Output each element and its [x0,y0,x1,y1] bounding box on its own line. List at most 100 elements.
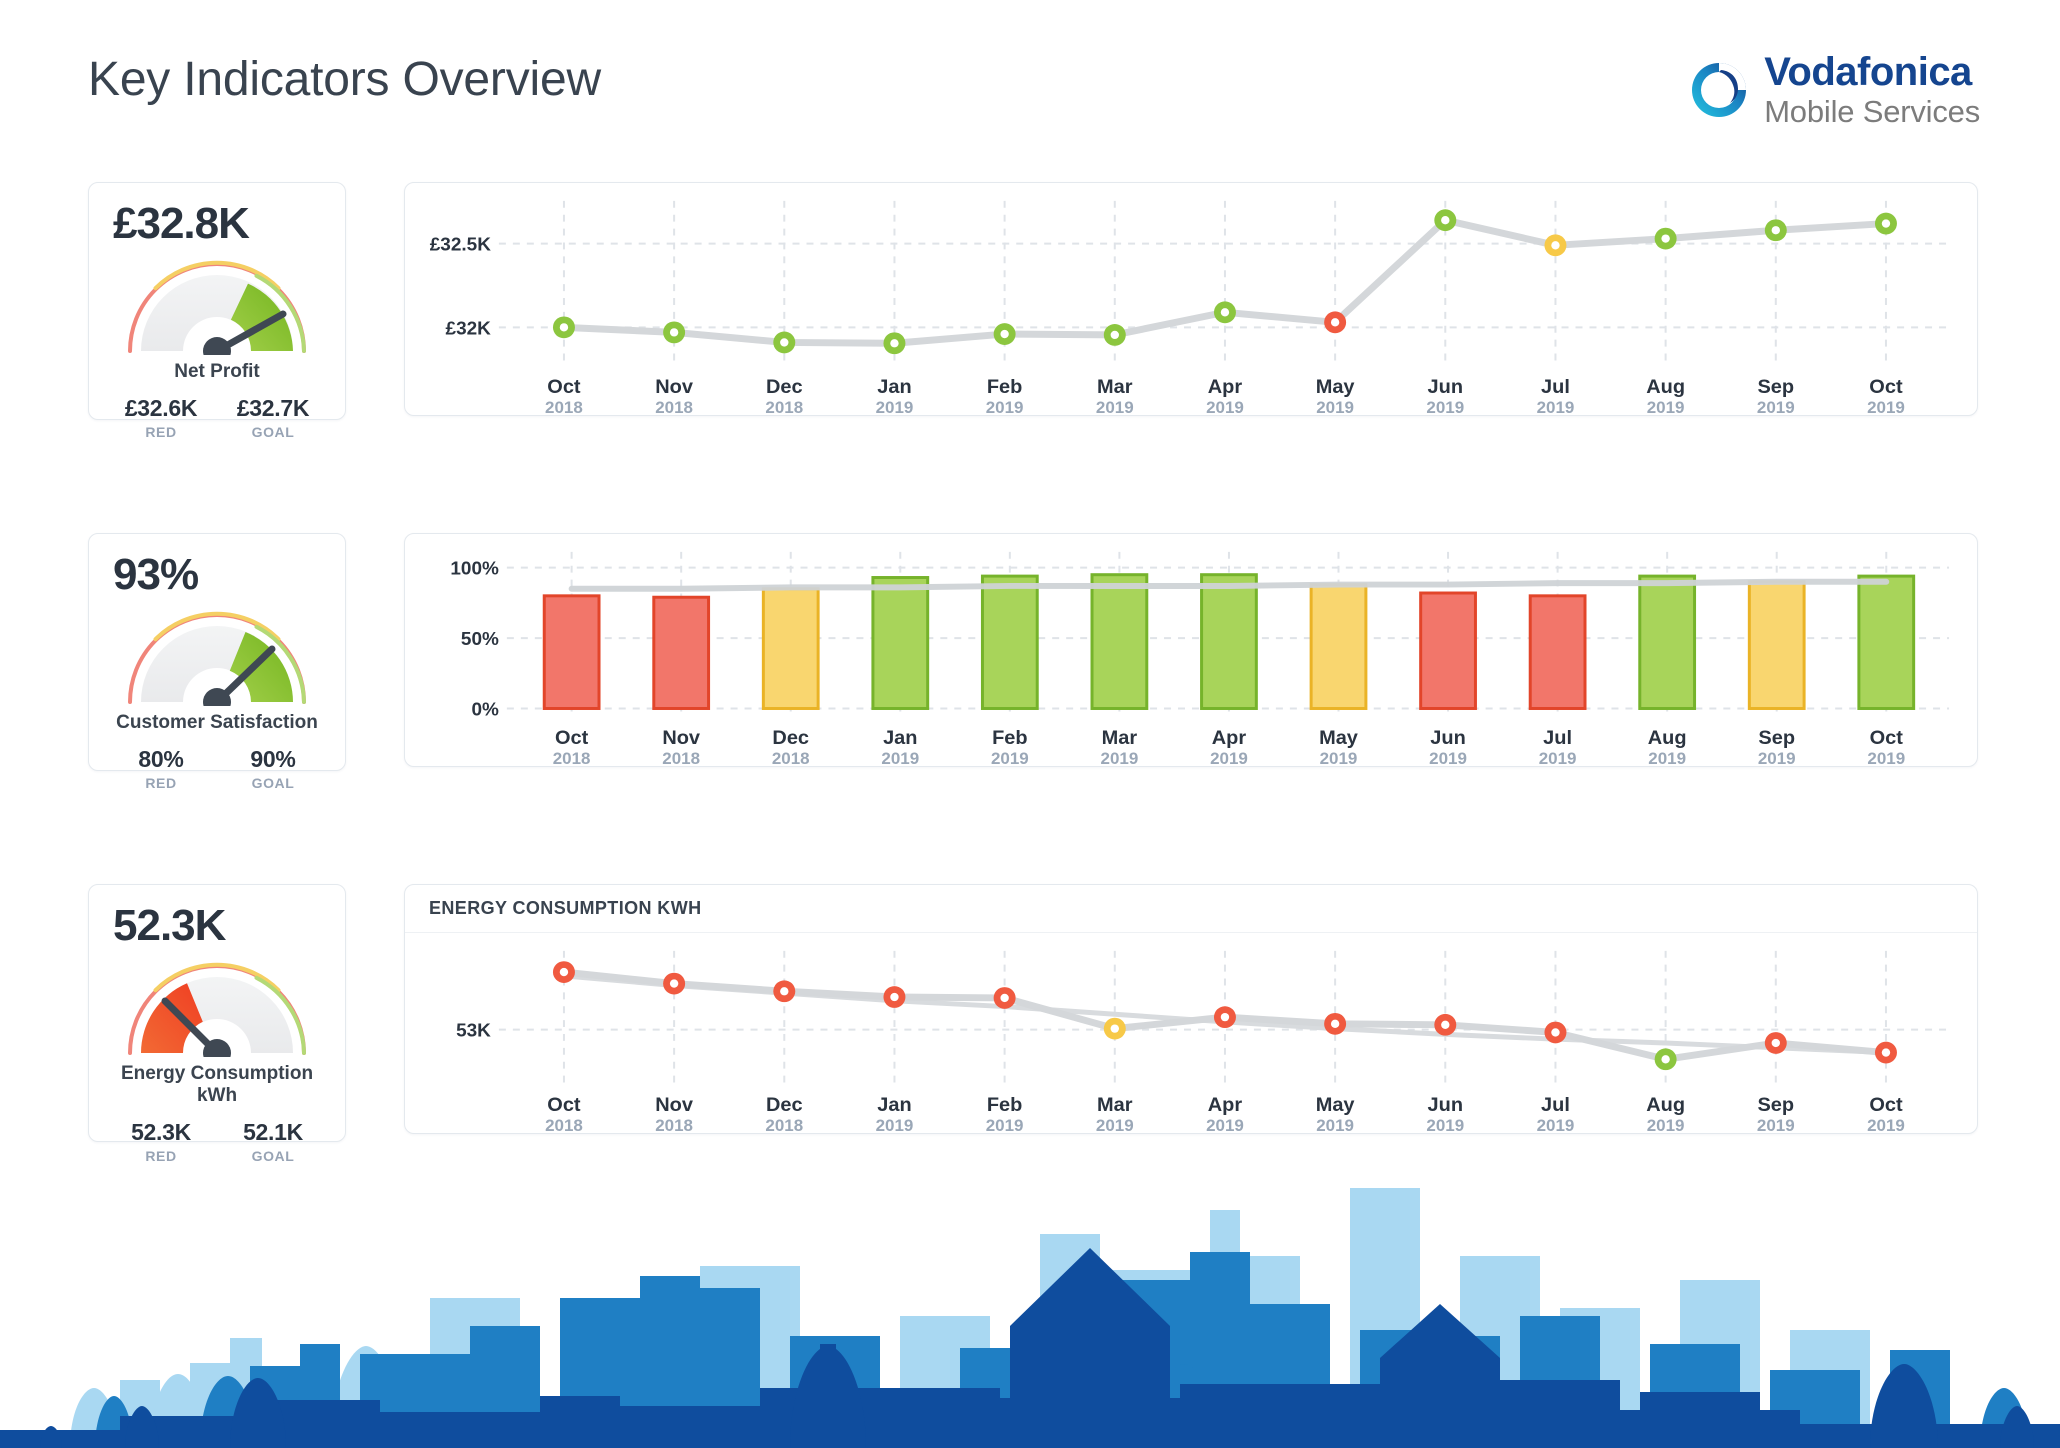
x-axis-year-label: 2019 [1647,398,1685,415]
data-point[interactable] [1764,1032,1787,1054]
x-axis-year-label: 2019 [991,749,1029,766]
kpi-value: 52.3K [113,901,226,950]
x-axis-year-label: 2019 [1096,1116,1134,1133]
x-axis-year-label: 2018 [545,398,583,415]
x-axis-year-label: 2018 [765,398,803,415]
logo-brand-name: Vodafonica [1764,50,1972,94]
data-point[interactable] [552,316,575,339]
x-axis-month-label: May [1319,727,1358,749]
data-point[interactable] [993,987,1016,1009]
x-axis-year-label: 2018 [545,1116,583,1133]
page-header: Key Indicators Overview Vodafonica Mobil… [0,0,2060,140]
x-axis-year-label: 2019 [986,398,1024,415]
data-point[interactable] [1544,1021,1567,1044]
data-point[interactable] [1103,1017,1126,1040]
kpi-label: Energy Consumption kWh [120,1063,314,1107]
data-point[interactable] [663,972,686,995]
x-axis-year-label: 2019 [1867,749,1905,766]
x-axis-month-label: Jul [1541,1094,1570,1116]
x-axis-month-label: Jan [877,376,911,398]
data-point[interactable] [773,331,796,354]
gauge-net-profit [117,251,317,356]
x-axis-year-label: 2018 [655,398,693,415]
svg-text:£32.5K: £32.5K [430,235,491,256]
x-axis-month-label: Mar [1097,376,1133,398]
kpi-goal-threshold: £32.7K GOAL [217,395,329,440]
data-point[interactable] [1544,234,1567,257]
kpi-red-value: £32.6K [124,395,198,422]
data-point[interactable] [1434,1013,1457,1036]
x-axis-month-label: Nov [655,1094,693,1116]
data-point[interactable] [1213,1006,1236,1029]
x-axis-year-label: 2018 [655,1116,693,1133]
gauge-customer-satisfaction [117,602,317,707]
kpi-card-customer-satisfaction[interactable]: 93% Customer Satisfaction 80% RED 90% GO… [88,533,346,791]
x-axis-year-label: 2018 [765,1116,803,1133]
x-axis-month-label: Apr [1208,376,1243,398]
x-axis-month-label: Jan [877,1094,911,1116]
data-point[interactable] [1874,212,1897,235]
logo-tagline: Mobile Services [1764,94,1980,129]
data-point[interactable] [1434,209,1457,232]
x-axis-year-label: 2019 [1867,1116,1905,1133]
chart-panel-customer-satisfaction[interactable]: 100% 50% 0% Oct 2018 Nov 2018 Dec 2018 Jan 2019 Feb… [404,533,1978,767]
data-point[interactable] [1324,311,1347,334]
data-point[interactable] [1103,323,1126,346]
x-axis-month-label: Jul [1543,727,1572,749]
x-axis-month-label: Oct [547,1094,581,1116]
kpi-red-threshold: £32.6K RED [105,395,217,440]
data-point[interactable] [1324,1012,1347,1035]
kpi-value: 93% [113,550,199,599]
data-point[interactable] [663,321,686,344]
kpi-red-threshold: 80% RED [105,746,217,791]
x-axis-month-label: Dec [772,727,809,749]
x-axis-month-label: Oct [547,376,581,398]
chart-panel-net-profit[interactable]: £32.5K £32K Oct 2018 Nov 2018 Dec 2018 Jan 2019 Fe… [404,182,1978,416]
data-point[interactable] [773,980,796,1003]
data-point[interactable] [993,323,1016,345]
data-point[interactable] [883,332,906,355]
x-axis-year-label: 2019 [1648,749,1686,766]
kpi-goal-threshold: 52.1K GOAL [217,1119,329,1164]
swirl-circle-icon [1688,59,1750,121]
data-point[interactable] [1764,219,1787,242]
x-axis-year-label: 2019 [1539,749,1577,766]
svg-text:100%: 100% [450,559,499,580]
kpi-goal-threshold: 90% GOAL [217,746,329,791]
dashboard-page: Key Indicators Overview Vodafonica Mobil… [0,0,2060,1448]
data-point[interactable] [883,986,906,1008]
data-point[interactable] [1654,1048,1677,1071]
data-point[interactable] [552,961,575,983]
x-axis-month-label: Feb [992,727,1028,749]
data-point[interactable] [1654,227,1677,250]
x-axis-year-label: 2018 [553,749,591,766]
x-axis-year-label: 2018 [662,749,700,766]
kpi-goal-value: 52.1K [243,1118,303,1145]
brand-logo: Vodafonica Mobile Services [1688,52,1980,127]
data-point[interactable] [1213,301,1236,324]
kpi-thresholds: 80% RED 90% GOAL [105,746,329,791]
svg-text:50%: 50% [461,629,499,650]
x-axis-month-label: Jun [1428,376,1464,398]
x-axis-month-label: May [1316,376,1355,398]
x-axis-year-label: 2019 [1429,749,1467,766]
x-axis-month-label: Mar [1102,727,1138,749]
kpi-card-net-profit[interactable]: £32.8K Net Profit £32.6K RED £32.7K GOAL [88,182,346,440]
x-axis-month-label: Sep [1758,727,1795,749]
x-axis-year-label: 2019 [1316,398,1354,415]
x-axis-month-label: Dec [766,1094,803,1116]
chart-panel-energy-consumption[interactable]: ENERGY CONSUMPTION KWH 53K Oct 2018 Nov 2018… [404,884,1978,1134]
data-point[interactable] [1874,1041,1897,1064]
kpi-label: Net Profit [174,361,260,383]
x-axis-month-label: Jan [883,727,917,749]
kpi-goal-caption: GOAL [251,775,295,792]
x-axis-month-label: Apr [1208,1094,1243,1116]
kpi-red-caption: RED [145,1147,177,1164]
x-axis-month-label: Aug [1646,376,1685,398]
kpi-card-energy-consumption[interactable]: 52.3K Energy Consumption kWh 52.3K RED 5… [88,884,346,1164]
page-title: Key Indicators Overview [88,53,601,106]
chart-body: 100% 50% 0% Oct 2018 Nov 2018 Dec 2018 Jan 2019 Feb… [405,534,1977,766]
kpi-red-caption: RED [145,424,177,441]
kpi-label: Customer Satisfaction [116,712,318,734]
chart-title: ENERGY CONSUMPTION KWH [405,885,1977,933]
